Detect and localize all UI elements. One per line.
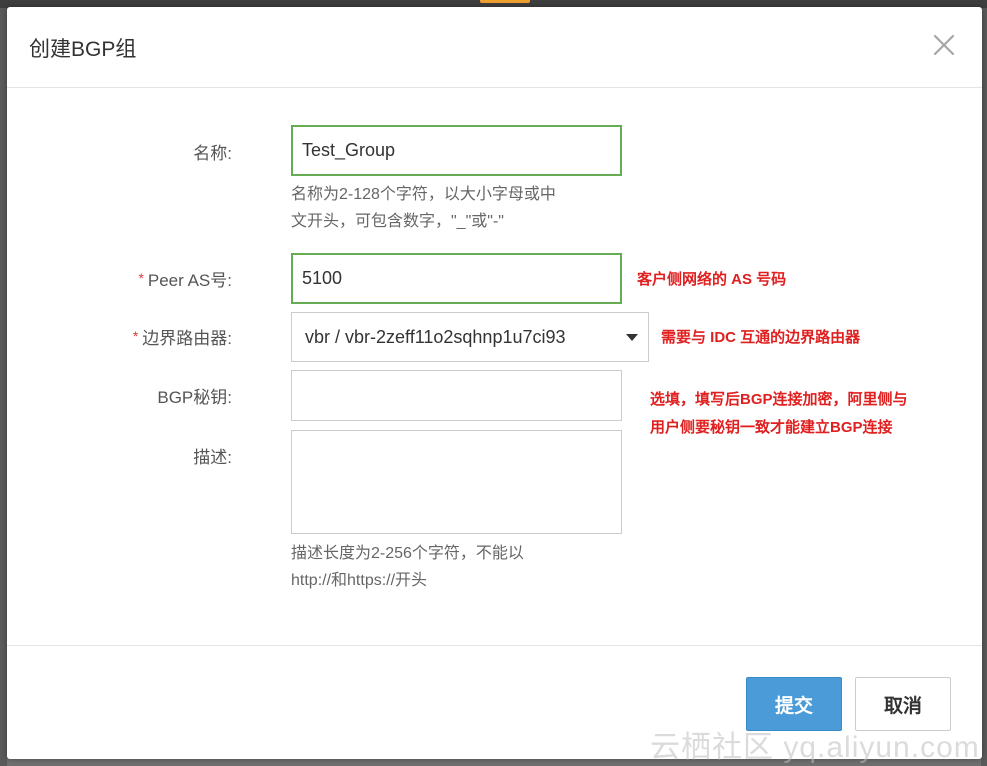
name-input[interactable]	[291, 125, 622, 176]
peer-as-label: * Peer AS号:	[138, 270, 232, 290]
name-label: 名称:	[193, 144, 232, 163]
name-help: 名称为2-128个字符，以大小字母或中 文开头，可包含数字，"_"或"-"	[291, 181, 631, 235]
name-help-line2: 文开头，可包含数字，"_"或"-"	[291, 213, 504, 230]
close-button[interactable]	[928, 29, 960, 61]
peer-as-input[interactable]	[291, 253, 622, 304]
description-help-line1: 描述长度为2-256个字符，不能以	[291, 545, 524, 562]
bgp-key-label: BGP秘钥:	[157, 388, 232, 407]
caret-down-icon	[626, 334, 638, 341]
name-help-line1: 名称为2-128个字符，以大小字母或中	[291, 186, 556, 203]
bgp-key-annotation-line2: 用户侧要秘钥一致才能建立BGP连接	[650, 419, 893, 436]
description-help: 描述长度为2-256个字符，不能以 http://和https://开头	[291, 540, 631, 594]
description-help-line2: http://和https://开头	[291, 572, 428, 589]
router-annotation: 需要与 IDC 互通的边界路由器	[661, 329, 861, 346]
description-textarea[interactable]	[291, 430, 622, 534]
create-bgp-group-dialog: 创建BGP组 名称: 名称为2-128个字符，以大小字母或中 文开头，可包含数字…	[7, 7, 982, 759]
nav-badge	[480, 0, 530, 3]
dialog-header: 创建BGP组	[7, 7, 982, 88]
router-select-value: vbr / vbr-2zeff11o2sqhnp1u7ci93	[305, 327, 566, 347]
required-mark: *	[138, 270, 144, 286]
required-mark: *	[132, 328, 139, 344]
description-label: 描述:	[193, 448, 232, 467]
close-icon	[933, 34, 955, 56]
watermark: 云栖社区 yq.aliyun.com	[650, 731, 980, 764]
router-select[interactable]: vbr / vbr-2zeff11o2sqhnp1u7ci93	[291, 312, 649, 362]
dialog-title: 创建BGP组	[29, 38, 137, 61]
bgp-key-annotation-line1: 选填，填写后BGP连接加密，阿里侧与	[650, 391, 908, 408]
bgp-key-input[interactable]	[291, 370, 622, 421]
background-page-left	[0, 8, 7, 766]
router-label: * 边界路由器:	[132, 328, 232, 348]
peer-as-annotation: 客户侧网络的 AS 号码	[637, 271, 787, 288]
bgp-key-annotation: 选填，填写后BGP连接加密，阿里侧与 用户侧要秘钥一致才能建立BGP连接	[650, 386, 908, 442]
